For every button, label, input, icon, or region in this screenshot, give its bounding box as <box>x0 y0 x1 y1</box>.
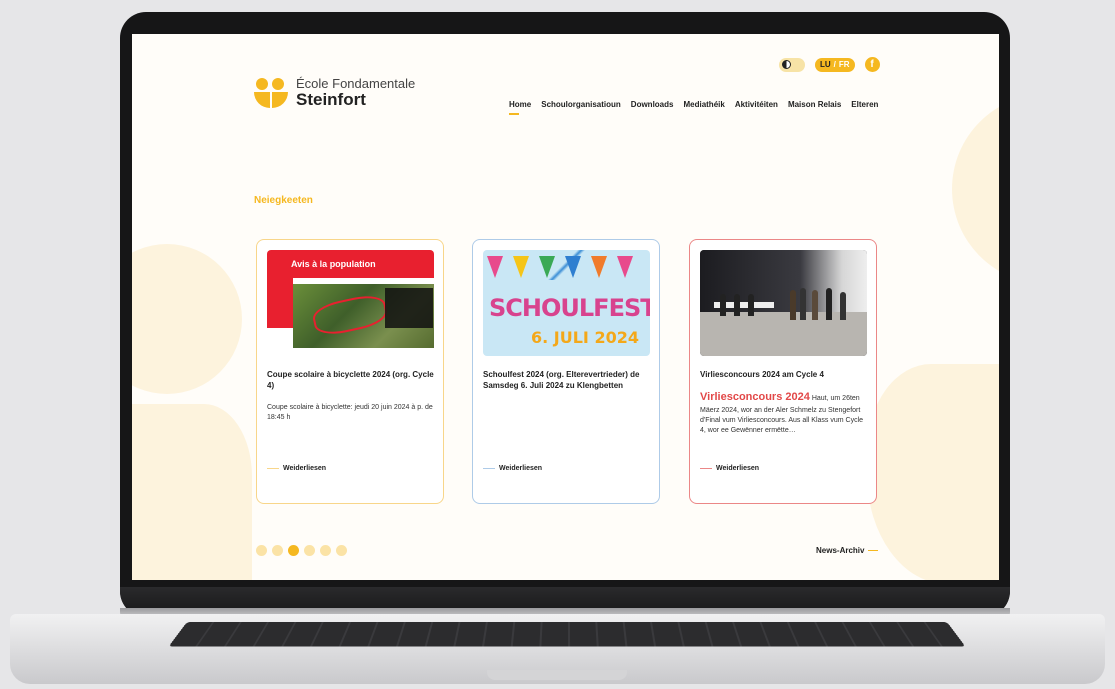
nav-maison-relais[interactable]: Maison Relais <box>788 100 841 109</box>
lang-fr[interactable]: FR <box>839 60 850 69</box>
read-more-label: Weiderliesen <box>499 465 543 472</box>
nav-elteren[interactable]: Elteren <box>851 100 878 109</box>
news-card[interactable]: Virliesconcours 2024 am Cycle 4 Virliesc… <box>689 239 877 504</box>
read-more-label: Weiderliesen <box>283 465 327 472</box>
schoulfest-word: SCHOULFEST <box>489 294 650 322</box>
dash-icon <box>700 467 712 470</box>
news-highlight: Virliesconcours 2024 <box>700 391 810 403</box>
schoulfest-date: 6. JULI 2024 <box>531 328 639 347</box>
laptop-notch <box>487 670 627 680</box>
news-title[interactable]: Virliesconcours 2024 am Cycle 4 <box>700 370 868 381</box>
header-toolbar: LU / FR f <box>779 57 880 72</box>
lang-lu[interactable]: LU <box>820 60 831 69</box>
read-more-link[interactable]: Weiderliesen <box>700 465 759 472</box>
laptop-keyboard <box>168 622 966 647</box>
nav-aktiviteiten[interactable]: Aktivitéiten <box>735 100 778 109</box>
news-image: SCHOULFEST 6. JULI 2024 <box>483 250 650 356</box>
news-excerpt: Virliesconcours 2024 Haut, um 26ten Mäer… <box>700 390 868 436</box>
lang-separator: / <box>833 60 836 69</box>
news-archive-label: News-Archiv <box>816 546 865 555</box>
dash-icon <box>483 467 495 470</box>
logo-school-type: École Fondamentale <box>296 76 416 92</box>
logo-school-name: Steinfort <box>296 89 366 109</box>
website-screen: École Fondamentale Steinfort LU / FR f H… <box>132 34 999 580</box>
carousel-dot[interactable] <box>272 545 283 556</box>
news-image <box>700 250 867 356</box>
decor-circle <box>952 94 999 284</box>
nav-schoulorganisatioun[interactable]: Schoulorganisatioun <box>541 100 621 109</box>
facebook-icon[interactable]: f <box>864 57 880 72</box>
news-card[interactable]: Avis à la population Coupe scolaire à bi… <box>256 239 444 504</box>
logo-icon <box>254 76 288 110</box>
carousel-dot[interactable] <box>336 545 347 556</box>
news-archive-link[interactable]: News-Archiv <box>816 546 879 555</box>
news-excerpt: Coupe scolaire à bicyclette: jeudi 20 ju… <box>267 404 433 422</box>
news-title[interactable]: Coupe scolaire à bicyclette 2024 (org. C… <box>267 370 435 392</box>
decor-shape <box>867 364 999 580</box>
dash-icon <box>868 549 879 552</box>
carousel-dot[interactable] <box>320 545 331 556</box>
read-more-label: Weiderliesen <box>716 465 760 472</box>
decor-shape <box>132 404 252 580</box>
news-card[interactable]: SCHOULFEST 6. JULI 2024 Schoulfest 2024 … <box>472 239 660 504</box>
carousel-dot[interactable] <box>304 545 315 556</box>
main-nav: Home Schoulorganisatioun Downloads Media… <box>509 100 878 115</box>
decor-circle <box>132 244 242 394</box>
image-banner: Avis à la population <box>267 250 434 278</box>
nav-downloads[interactable]: Downloads <box>631 100 674 109</box>
carousel-dot[interactable] <box>288 545 299 556</box>
news-image: Avis à la population <box>267 250 434 356</box>
read-more-link[interactable]: Weiderliesen <box>267 465 326 472</box>
news-title[interactable]: Schoulfest 2024 (org. Elterevertrieder) … <box>483 370 651 392</box>
contrast-icon <box>782 60 791 69</box>
site-logo[interactable]: École Fondamentale Steinfort <box>254 76 415 110</box>
carousel-dot[interactable] <box>256 545 267 556</box>
nav-mediatheik[interactable]: Mediathéik <box>683 100 724 109</box>
language-switcher[interactable]: LU / FR <box>815 57 855 72</box>
nav-home[interactable]: Home <box>509 100 531 115</box>
dash-icon <box>267 467 279 470</box>
carousel-pagination <box>256 545 347 556</box>
contrast-toggle[interactable] <box>779 57 805 72</box>
read-more-link[interactable]: Weiderliesen <box>483 465 542 472</box>
section-title: Neiegkeeten <box>254 195 313 206</box>
